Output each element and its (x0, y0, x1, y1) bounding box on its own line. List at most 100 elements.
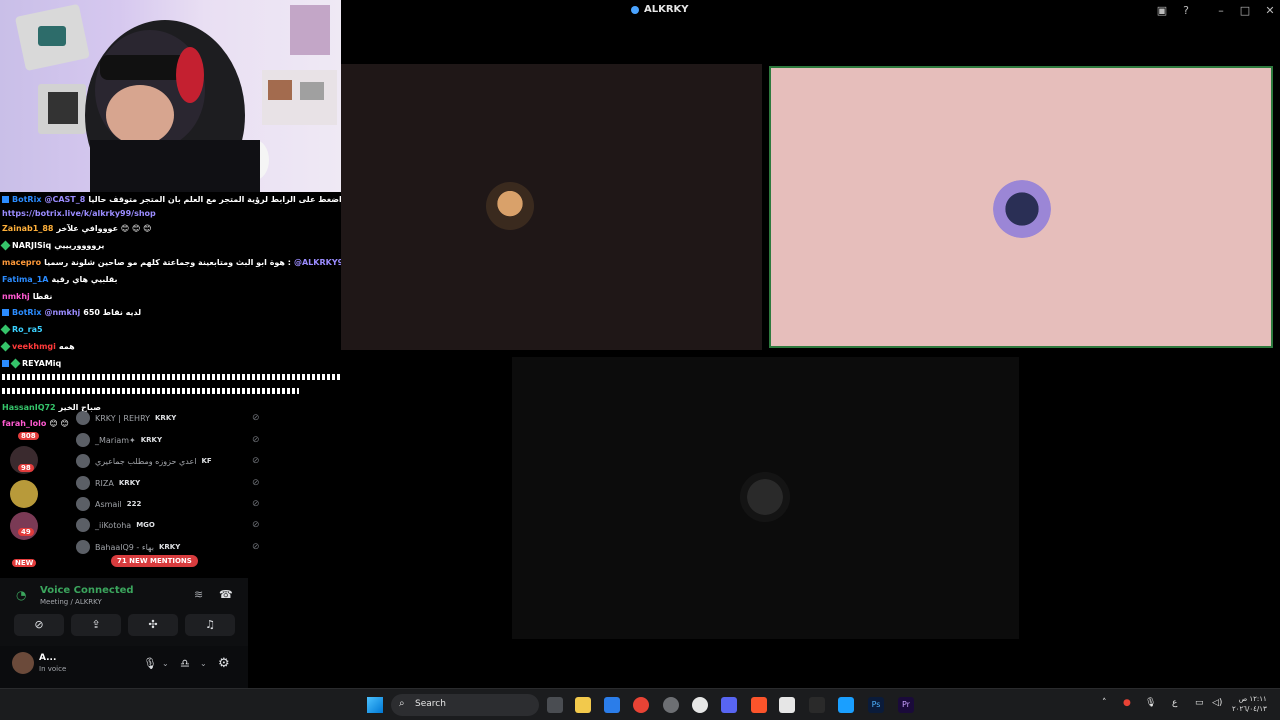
help-icon[interactable]: ? (1178, 3, 1194, 19)
chat-message: بقلبيي هاي رقية (51, 275, 118, 284)
chat-message: نقطا (32, 292, 53, 301)
window-title: ALKRKY (631, 4, 689, 15)
settings-gear-icon[interactable]: ⚙ (218, 656, 230, 671)
chat-username: veekhmgi (12, 342, 56, 351)
windows-start-icon[interactable] (367, 697, 383, 713)
volume-icon[interactable]: ◁) (1212, 698, 1222, 708)
chat-line: nmkhj نقطا (2, 292, 52, 301)
deafened-icon: ⊘ (252, 478, 260, 488)
voice-member[interactable]: Asmail 222 ⊘ (76, 495, 276, 513)
clock[interactable]: ١٢:١١ ص ٢٠٢٦/٠٤/١٣ (1232, 694, 1267, 714)
discord-icon[interactable] (721, 697, 737, 713)
avatar[interactable] (12, 652, 34, 674)
chat-line: NARJISiq يرووووريييي (0, 240, 105, 251)
member-tag: KF (201, 457, 212, 465)
chat-line: Zainab1_88 عوووافي علآخر 😊 😊 😊 (2, 224, 151, 233)
participant-tile[interactable] (512, 357, 1019, 639)
network-icon[interactable]: ▭ (1195, 698, 1204, 708)
server-icon[interactable] (10, 480, 38, 508)
close-button[interactable]: ✕ (1262, 3, 1278, 19)
soundboard-button[interactable]: ♫ (185, 614, 235, 636)
avatar (76, 497, 90, 511)
screen-share-button[interactable]: ⇪ (71, 614, 121, 636)
chat-mention: @nmkhj (44, 308, 81, 317)
server-badge: 808 (18, 432, 39, 440)
photoshop-icon[interactable]: Ps (868, 697, 884, 713)
member-tag: MGO (136, 521, 155, 529)
chat-spam-line (2, 374, 340, 380)
language-indicator[interactable]: ع (1172, 698, 1177, 708)
app-icon[interactable] (663, 697, 679, 713)
sub-badge-icon (0, 341, 11, 352)
chat-mention: @CAST_8 (44, 195, 86, 204)
new-mentions-button[interactable]: 71 NEW MENTIONS (111, 555, 198, 567)
discord-icon (631, 5, 639, 14)
deafened-icon: ⊘ (252, 542, 260, 552)
deafened-icon: ⊘ (252, 413, 260, 423)
participant-tile[interactable] (341, 64, 762, 350)
server-badge: 98 (18, 464, 34, 472)
chrome-icon[interactable] (633, 697, 649, 713)
chat-link[interactable]: https://botrix.live/k/alkrky99/shop (2, 209, 156, 218)
microphone-icon[interactable]: 🎙 (1145, 698, 1156, 708)
participant-tile-speaking[interactable] (769, 66, 1273, 348)
app-icon[interactable] (779, 697, 795, 713)
avatar (76, 476, 90, 490)
chat-message: عوووافي علآخر 😊 😊 😊 (56, 224, 152, 233)
headphones-icon[interactable]: ♎ (180, 657, 190, 670)
voice-member[interactable]: _iiKotoha MGO ⊘ (76, 516, 276, 534)
taskbar-search[interactable]: ⌕ Search (391, 694, 539, 716)
chevron-up-icon[interactable]: ˄ (1102, 698, 1107, 708)
chevron-down-icon[interactable]: ⌄ (162, 659, 169, 668)
chat-message: لديه نقاط 650 (83, 308, 142, 317)
tray-app-icon[interactable]: ● (1123, 698, 1131, 708)
participant-avatar (740, 472, 790, 522)
file-explorer-icon[interactable] (575, 697, 591, 713)
chevron-down-icon[interactable]: ⌄ (200, 659, 207, 668)
store-icon[interactable] (604, 697, 620, 713)
chat-message: اضغط على الرابط لرؤية المتجر مع العلم با… (88, 195, 347, 204)
member-tag: KRKY (158, 543, 181, 551)
chat-username: NARJISiq (12, 241, 52, 250)
chat-line: Ro_ra5 (0, 324, 43, 335)
voice-status[interactable]: Voice Connected (40, 585, 134, 596)
screen-share-icon[interactable]: ▣ (1154, 3, 1170, 19)
chat-username: Ro_ra5 (12, 325, 43, 334)
steam-icon[interactable] (692, 697, 708, 713)
disconnect-icon[interactable]: ☎ (219, 588, 233, 601)
chat-username: Fatima_1A (2, 275, 49, 284)
task-view-icon[interactable] (547, 697, 563, 713)
steam-icon[interactable] (838, 697, 854, 713)
clock-time: ١٢:١١ ص (1238, 695, 1267, 703)
activities-button[interactable]: ✣ (128, 614, 178, 636)
webcam-scene (15, 4, 337, 192)
title-bar: ALKRKY ▣ ? – □ ✕ (341, 0, 1280, 22)
bot-badge-icon (2, 360, 9, 367)
chat-message: هوة ابو البث ومتابعينة وجماعتة كلهم مو ص… (44, 258, 291, 267)
voice-member[interactable]: اعدي حزوزه ومطلب جماعيري KF ⊘ (76, 452, 276, 470)
chat-username: nmkhj (2, 292, 30, 301)
chat-username: REYAMiq (22, 359, 62, 368)
minimize-button[interactable]: – (1213, 3, 1229, 19)
noise-suppression-icon[interactable]: ≋ (194, 588, 203, 601)
clock-date: ٢٠٢٦/٠٤/١٣ (1232, 705, 1267, 713)
member-name: KRKY | REHRY (95, 413, 150, 423)
search-icon: ⌕ (399, 698, 405, 709)
premiere-icon[interactable]: Pr (898, 697, 914, 713)
user-status: In voice (39, 665, 67, 673)
microphone-icon[interactable]: 🎙 (143, 657, 157, 670)
participant-avatar (993, 180, 1051, 238)
maximize-button[interactable]: □ (1237, 3, 1253, 19)
voice-channel[interactable]: Meeting / ALKRKY (40, 598, 102, 606)
voice-member[interactable]: _Mariam✦ KRKY ⊘ (76, 431, 276, 449)
capcut-icon[interactable] (809, 697, 825, 713)
avatar (76, 540, 90, 554)
voice-member[interactable]: KRKY | REHRY KRKY ⊘ (76, 409, 276, 427)
chat-message: يرووووريييي (54, 241, 105, 250)
member-name: _Mariam✦ (95, 435, 136, 445)
user-name[interactable]: A... (39, 653, 56, 663)
voice-member[interactable]: BahaalQ9 - بهاء KRKY ⊘ (76, 538, 276, 556)
camera-off-button[interactable]: ⊘ (14, 614, 64, 636)
voice-member[interactable]: RIZA KRKY ⊘ (76, 474, 276, 492)
brave-icon[interactable] (751, 697, 767, 713)
